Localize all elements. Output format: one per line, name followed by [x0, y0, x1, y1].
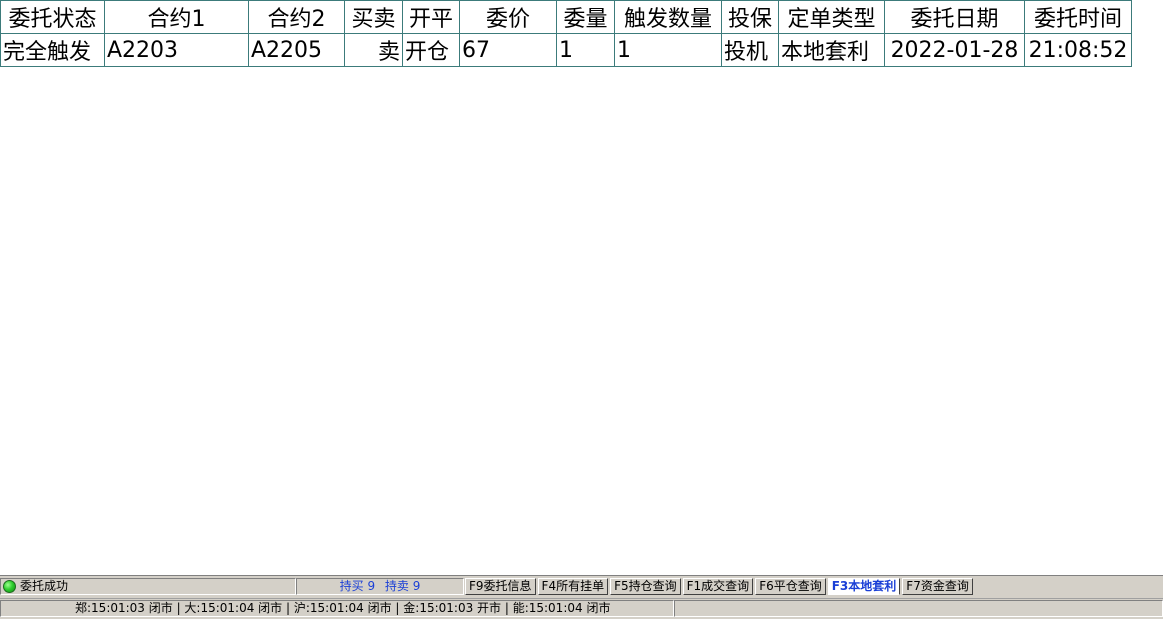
- table-header-row: 委托状态 合约1 合约2 买卖 开平 委价 委量 触发数量 投保 定单类型 委托…: [0, 0, 1132, 34]
- column-header-open-close[interactable]: 开平: [402, 0, 460, 34]
- column-header-order-date[interactable]: 委托日期: [884, 0, 1025, 34]
- column-header-contract-2[interactable]: 合约2: [248, 0, 345, 34]
- cell-contract-2: A2205: [248, 33, 345, 67]
- cell-order-type: 本地套利: [778, 33, 885, 67]
- exchange-status-panel: 郑:15:01:03 闭市 | 大:15:01:04 闭市 | 沪:15:01:…: [0, 600, 674, 617]
- cell-open-close: 开仓: [402, 33, 460, 67]
- tab-all-pending[interactable]: F4所有挂单: [537, 578, 609, 595]
- status-empty-panel: [674, 600, 1163, 617]
- tab-close-positions[interactable]: F6平仓查询: [755, 578, 826, 595]
- long-position-label: 持买 9: [339, 579, 376, 593]
- exchange-status-text: 郑:15:01:03 闭市 | 大:15:01:04 闭市 | 沪:15:01:…: [75, 601, 611, 615]
- cell-order-date: 2022-01-28: [884, 33, 1025, 67]
- column-header-buy-sell[interactable]: 买卖: [344, 0, 403, 34]
- status-bar-top-row: 委托成功 持买 9 持卖 9 F9委托信息 F4所有挂单 F5持仓查询 F1成交…: [0, 577, 1163, 597]
- cell-order-time: 21:08:52: [1024, 33, 1132, 67]
- short-position-label: 持卖 9: [384, 579, 421, 593]
- column-header-hedge-flag[interactable]: 投保: [721, 0, 779, 34]
- order-table: 委托状态 合约1 合约2 买卖 开平 委价 委量 触发数量 投保 定单类型 委托…: [0, 0, 1132, 67]
- function-tabs: F9委托信息 F4所有挂单 F5持仓查询 F1成交查询 F6平仓查询 F3本地套…: [465, 578, 975, 596]
- status-message: 委托成功: [20, 579, 69, 593]
- column-header-order-time[interactable]: 委托时间: [1024, 0, 1132, 34]
- arbitrage-order-window: 委托状态 合约1 合约2 买卖 开平 委价 委量 触发数量 投保 定单类型 委托…: [0, 0, 1163, 619]
- table-row[interactable]: 完全触发 A2203 A2205 卖 开仓 67 1 1 投机 本地套利 202…: [0, 33, 1132, 67]
- column-header-trigger-qty[interactable]: 触发数量: [614, 0, 722, 34]
- cell-trigger-qty: 1: [614, 33, 722, 67]
- column-header-order-status[interactable]: 委托状态: [0, 0, 105, 34]
- cell-contract-1: A2203: [104, 33, 249, 67]
- tab-funds[interactable]: F7资金查询: [902, 578, 973, 595]
- status-bar-bottom-row: 郑:15:01:03 闭市 | 大:15:01:04 闭市 | 沪:15:01:…: [0, 598, 1163, 619]
- cell-order-price: 67: [459, 33, 557, 67]
- position-summary-panel: 持买 9 持卖 9: [296, 578, 464, 595]
- status-bar: 委托成功 持买 9 持卖 9 F9委托信息 F4所有挂单 F5持仓查询 F1成交…: [0, 575, 1163, 619]
- column-header-order-qty[interactable]: 委量: [556, 0, 615, 34]
- cell-hedge-flag: 投机: [721, 33, 779, 67]
- tab-positions[interactable]: F5持仓查询: [610, 578, 681, 595]
- column-header-order-type[interactable]: 定单类型: [778, 0, 885, 34]
- tab-order-info[interactable]: F9委托信息: [465, 578, 536, 595]
- column-header-contract-1[interactable]: 合约1: [104, 0, 249, 34]
- tab-local-arbitrage[interactable]: F3本地套利: [827, 578, 901, 595]
- tab-trades[interactable]: F1成交查询: [682, 578, 754, 595]
- cell-order-qty: 1: [556, 33, 615, 67]
- green-circle-icon: [3, 580, 16, 593]
- cell-buy-sell: 卖: [344, 33, 403, 67]
- column-header-order-price[interactable]: 委价: [459, 0, 557, 34]
- cell-order-status: 完全触发: [0, 33, 105, 67]
- status-message-panel: 委托成功: [0, 578, 296, 595]
